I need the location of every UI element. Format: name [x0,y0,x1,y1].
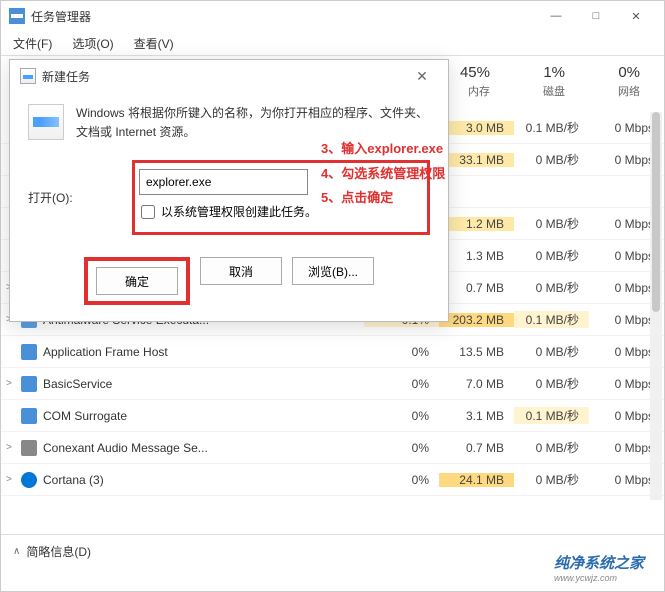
menu-view[interactable]: 查看(V) [130,33,178,54]
cpu-cell: 0% [364,377,439,391]
command-input[interactable] [139,169,308,195]
disk-cell: 0 MB/秒 [514,343,589,360]
mem-cell: 1.2 MB [439,217,514,231]
input-highlight-box: 以系统管理权限创建此任务。 [132,160,430,235]
close-button[interactable]: ✕ [616,1,656,31]
process-icon [21,408,37,424]
minimize-button[interactable]: — [536,1,576,31]
admin-checkbox-label: 以系统管理权限创建此任务。 [161,203,317,220]
table-row[interactable]: COM Surrogate0%3.1 MB0.1 MB/秒0 Mbps [1,400,664,432]
admin-checkbox[interactable] [141,205,155,219]
ok-button[interactable]: 确定 [96,267,178,295]
window-title: 任务管理器 [31,8,91,25]
cpu-cell: 0% [364,409,439,423]
disk-cell: 0 MB/秒 [514,471,589,488]
mem-cell: 24.1 MB [439,473,514,487]
process-icon [21,376,37,392]
expand-icon[interactable]: > [1,378,17,389]
mem-cell: 3.0 MB [439,121,514,135]
disk-cell: 0 MB/秒 [514,439,589,456]
new-task-dialog: 新建任务 ✕ Windows 将根据你所键入的名称，为你打开相应的程序、文件夹、… [9,59,449,322]
mem-cell: 0.7 MB [439,441,514,455]
process-name: Cortana (3) [43,473,364,487]
cpu-cell: 0% [364,441,439,455]
cpu-cell: 0% [364,473,439,487]
mem-cell: 33.1 MB [439,153,514,167]
menu-file[interactable]: 文件(F) [9,33,56,54]
dialog-app-icon [28,104,64,140]
app-icon [9,8,25,24]
expand-icon[interactable]: > [1,474,17,485]
chevron-up-icon: ∧ [13,546,20,557]
dialog-description: Windows 将根据你所键入的名称，为你打开相应的程序、文件夹、文档或 Int… [76,104,430,142]
mem-cell: 13.5 MB [439,345,514,359]
col-network[interactable]: 0% 网络 [575,56,650,112]
table-row[interactable]: Application Frame Host0%13.5 MB0 MB/秒0 M… [1,336,664,368]
disk-cell: 0.1 MB/秒 [514,311,589,328]
cpu-cell: 0% [364,345,439,359]
mem-cell: 7.0 MB [439,377,514,391]
disk-cell: 0.1 MB/秒 [514,407,589,424]
table-row[interactable]: > Conexant Audio Message Se...0%0.7 MB0 M… [1,432,664,464]
mem-cell: 1.3 MB [439,249,514,263]
mem-cell: 3.1 MB [439,409,514,423]
process-name: COM Surrogate [43,409,364,423]
mem-cell: 203.2 MB [439,313,514,327]
process-name: BasicService [43,377,364,391]
table-row[interactable]: >BasicService0%7.0 MB0 MB/秒0 Mbps [1,368,664,400]
scrollbar-thumb[interactable] [652,112,660,312]
expand-icon[interactable]: > [1,442,17,453]
disk-cell: 0 MB/秒 [514,215,589,232]
menu-options[interactable]: 选项(O) [68,33,117,54]
browse-button[interactable]: 浏览(B)... [292,257,374,285]
disk-cell: 0.1 MB/秒 [514,119,589,136]
process-icon [21,440,37,456]
table-row[interactable]: >Cortana (3)0%24.1 MB0 MB/秒0 Mbps [1,464,664,496]
dialog-titlebar[interactable]: 新建任务 ✕ [10,60,448,92]
dialog-close-button[interactable]: ✕ [406,64,438,88]
process-icon [21,344,37,360]
window-titlebar: 任务管理器 — □ ✕ [1,1,664,31]
dialog-title: 新建任务 [42,68,90,85]
process-icon [21,472,37,488]
dialog-body: Windows 将根据你所键入的名称，为你打开相应的程序、文件夹、文档或 Int… [10,92,448,321]
vertical-scrollbar[interactable] [650,112,662,500]
process-name: Conexant Audio Message Se... [43,441,364,455]
ok-highlight-box: 确定 [84,257,190,305]
maximize-button[interactable]: □ [576,1,616,31]
cancel-button[interactable]: 取消 [200,257,282,285]
disk-cell: 0 MB/秒 [514,375,589,392]
disk-cell: 0 MB/秒 [514,151,589,168]
open-label: 打开(O): [28,189,76,206]
summary-label: 简略信息(D) [26,543,91,560]
watermark-bottom: 纯净系统之家 www.ycwjz.com [554,552,644,583]
menu-bar: 文件(F) 选项(O) 查看(V) [1,31,664,55]
disk-cell: 0 MB/秒 [514,247,589,264]
process-name: Application Frame Host [43,345,364,359]
window-buttons: — □ ✕ [536,1,656,31]
run-icon [20,68,36,84]
dialog-buttons: 确定 取消 浏览(B)... [28,257,430,305]
col-disk[interactable]: 1% 磁盘 [500,56,575,112]
admin-checkbox-row[interactable]: 以系统管理权限创建此任务。 [141,203,423,220]
disk-cell: 0 MB/秒 [514,279,589,296]
mem-cell: 0.7 MB [439,281,514,295]
